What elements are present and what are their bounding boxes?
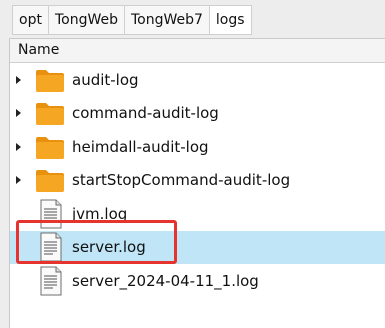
file-list[interactable]: Name audit-log command-audit-log heimdal… (9, 38, 385, 328)
expand-arrow-icon[interactable] (16, 109, 21, 118)
text-file-icon (40, 199, 62, 229)
folder-icon (36, 136, 64, 159)
column-header-label: Name (18, 42, 60, 58)
path-bar: opt TongWeb TongWeb7 logs (0, 0, 385, 38)
folder-icon (36, 103, 64, 126)
expand-arrow-icon[interactable] (16, 75, 21, 84)
item-name: server_2024-04-11_1.log (72, 271, 259, 290)
list-item[interactable]: command-audit-log (10, 97, 385, 131)
breadcrumb-tongweb7[interactable]: TongWeb7 (124, 5, 210, 35)
breadcrumb: opt TongWeb TongWeb7 logs (12, 5, 252, 35)
item-name: heimdall-audit-log (72, 137, 209, 156)
sidebar-edge (0, 38, 9, 328)
folder-icon (36, 170, 64, 193)
list-item[interactable]: jvm.log (10, 197, 385, 231)
list-item[interactable]: startStopCommand-audit-log (10, 164, 385, 198)
list-item[interactable]: audit-log (10, 63, 385, 97)
column-header-name[interactable]: Name (10, 39, 385, 63)
file-manager-window: opt TongWeb TongWeb7 logs Name audit-log (0, 0, 385, 328)
text-file-icon (40, 232, 62, 262)
item-name: jvm.log (72, 204, 128, 223)
list-item[interactable]: heimdall-audit-log (10, 130, 385, 164)
list-item[interactable]: server_2024-04-11_1.log (10, 264, 385, 298)
folder-icon (36, 69, 64, 92)
expand-arrow-icon[interactable] (16, 142, 21, 151)
breadcrumb-logs[interactable]: logs (209, 5, 252, 35)
file-rows: audit-log command-audit-log heimdall-aud… (10, 63, 385, 298)
item-name: server.log (72, 238, 146, 257)
item-name: audit-log (72, 70, 139, 89)
breadcrumb-opt[interactable]: opt (12, 5, 49, 35)
item-name: command-audit-log (72, 104, 219, 123)
list-item-selected[interactable]: server.log (10, 230, 385, 264)
text-file-icon (40, 266, 62, 296)
expand-arrow-icon[interactable] (16, 176, 21, 185)
item-name: startStopCommand-audit-log (72, 171, 291, 190)
breadcrumb-tongweb[interactable]: TongWeb (48, 5, 125, 35)
